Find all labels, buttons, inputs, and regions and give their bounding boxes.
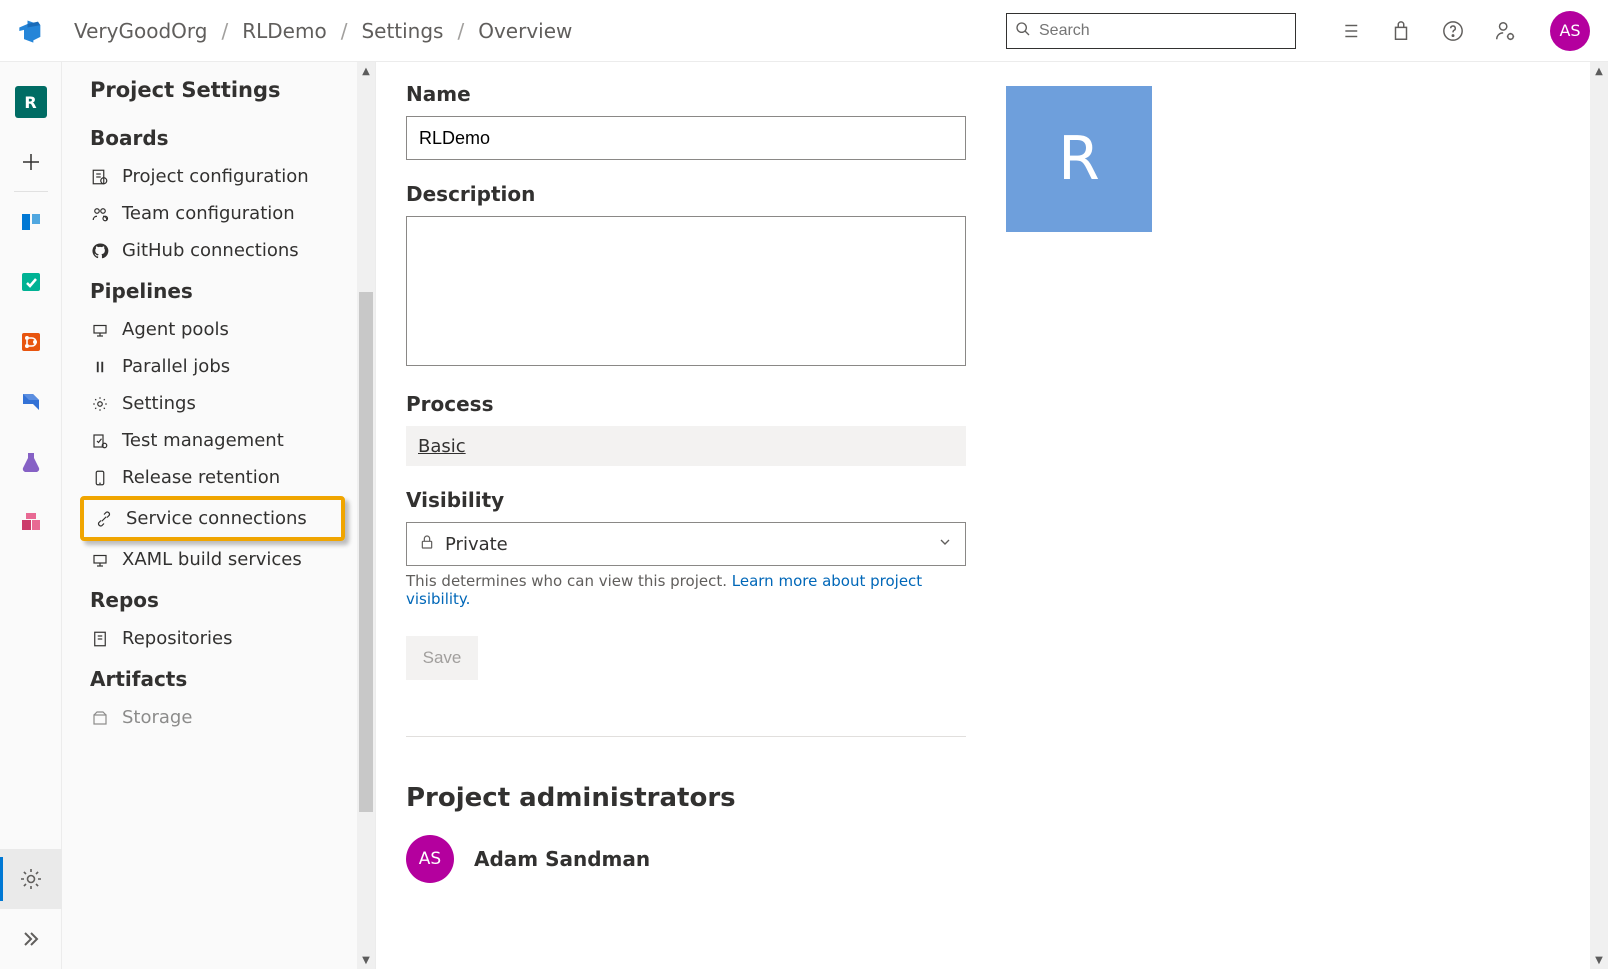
crumb-org[interactable]: VeryGoodOrg <box>74 19 207 43</box>
gear-icon <box>90 394 110 414</box>
parallel-jobs-icon <box>90 357 110 377</box>
project-avatar-tile[interactable]: R <box>1006 86 1152 232</box>
chevron-down-icon <box>937 534 953 554</box>
nav-project-configuration[interactable]: Project configuration <box>62 158 357 195</box>
visibility-select[interactable]: Private <box>406 522 966 566</box>
highlighted-nav-item: Service connections <box>80 496 345 541</box>
nav-team-configuration[interactable]: Team configuration <box>62 195 357 232</box>
main-scroll-up-icon[interactable]: ▲ <box>1590 62 1608 80</box>
sidebar-scrollbar[interactable]: ▲ ▼ <box>357 62 375 969</box>
nav-test-management[interactable]: Test management <box>62 422 357 459</box>
rail-backlogs[interactable] <box>0 252 62 312</box>
user-settings-icon[interactable] <box>1494 20 1516 42</box>
nav-parallel-jobs[interactable]: Parallel jobs <box>62 348 357 385</box>
main-scroll-down-icon[interactable]: ▼ <box>1590 951 1608 969</box>
settings-title: Project Settings <box>62 62 357 116</box>
lock-icon <box>419 534 435 554</box>
crumb-settings[interactable]: Settings <box>361 19 443 43</box>
process-link[interactable]: Basic <box>418 436 466 457</box>
rail-collapse[interactable] <box>0 909 62 969</box>
divider <box>406 736 966 737</box>
nav-release-retention[interactable]: Release retention <box>62 459 357 496</box>
process-value-box: Basic <box>406 426 966 466</box>
crumb-overview[interactable]: Overview <box>478 19 572 43</box>
main-content: Name Description Process Basic <box>376 62 1590 969</box>
search-box[interactable] <box>1006 13 1296 49</box>
nav-agent-pools[interactable]: Agent pools <box>62 311 357 348</box>
top-bar: VeryGoodOrg / RLDemo / Settings / Overvi… <box>0 0 1608 62</box>
nav-service-connections[interactable]: Service connections <box>84 504 341 533</box>
project-admins-heading: Project administrators <box>406 783 966 813</box>
nav-github-connections[interactable]: GitHub connections <box>62 232 357 269</box>
github-icon <box>90 241 110 261</box>
rail-project-settings[interactable] <box>0 849 62 909</box>
scroll-thumb[interactable] <box>359 292 373 812</box>
process-label: Process <box>406 392 966 416</box>
help-icon[interactable] <box>1442 20 1464 42</box>
project-config-icon <box>90 167 110 187</box>
nav-xaml-build-services[interactable]: XAML build services <box>62 541 357 578</box>
main-scrollbar[interactable]: ▲ ▼ <box>1590 62 1608 969</box>
admin-avatar: AS <box>406 835 454 883</box>
visibility-help: This determines who can view this projec… <box>406 572 966 608</box>
crumb-project[interactable]: RLDemo <box>242 19 326 43</box>
agent-pools-icon <box>90 320 110 340</box>
test-management-icon <box>90 431 110 451</box>
xaml-build-icon <box>90 550 110 570</box>
admin-row: AS Adam Sandman <box>406 835 966 883</box>
admin-name: Adam Sandman <box>474 847 650 871</box>
name-label: Name <box>406 82 966 106</box>
rail-project[interactable]: R <box>0 72 62 132</box>
service-connections-icon <box>94 509 114 529</box>
project-name-input[interactable] <box>406 116 966 160</box>
work-items-icon[interactable] <box>1338 20 1360 42</box>
rail-boards[interactable] <box>0 192 62 252</box>
scroll-down-icon[interactable]: ▼ <box>357 951 375 969</box>
repositories-icon <box>90 629 110 649</box>
visibility-label: Visibility <box>406 488 966 512</box>
left-rail: R <box>0 62 62 969</box>
visibility-value: Private <box>445 534 927 555</box>
team-config-icon <box>90 204 110 224</box>
nav-repositories[interactable]: Repositories <box>62 620 357 657</box>
section-boards: Boards <box>62 116 357 158</box>
storage-icon <box>90 708 110 728</box>
search-icon <box>1015 21 1031 41</box>
save-button[interactable]: Save <box>406 636 478 680</box>
user-avatar[interactable]: AS <box>1550 11 1590 51</box>
rail-new[interactable] <box>0 132 62 192</box>
section-artifacts: Artifacts <box>62 657 357 699</box>
release-retention-icon <box>90 468 110 488</box>
section-repos: Repos <box>62 578 357 620</box>
search-input[interactable] <box>1039 22 1287 40</box>
description-label: Description <box>406 182 966 206</box>
rail-pipelines[interactable] <box>0 372 62 432</box>
azure-devops-logo[interactable] <box>0 17 62 45</box>
nav-pipeline-settings[interactable]: Settings <box>62 385 357 422</box>
breadcrumb: VeryGoodOrg / RLDemo / Settings / Overvi… <box>74 19 572 43</box>
section-pipelines: Pipelines <box>62 269 357 311</box>
nav-storage[interactable]: Storage <box>62 699 357 736</box>
rail-artifacts[interactable] <box>0 492 62 552</box>
rail-test-plans[interactable] <box>0 432 62 492</box>
marketplace-icon[interactable] <box>1390 20 1412 42</box>
settings-sidebar: Project Settings Boards Project configur… <box>62 62 376 969</box>
project-description-input[interactable] <box>406 216 966 366</box>
rail-repos[interactable] <box>0 312 62 372</box>
scroll-up-icon[interactable]: ▲ <box>357 62 375 80</box>
